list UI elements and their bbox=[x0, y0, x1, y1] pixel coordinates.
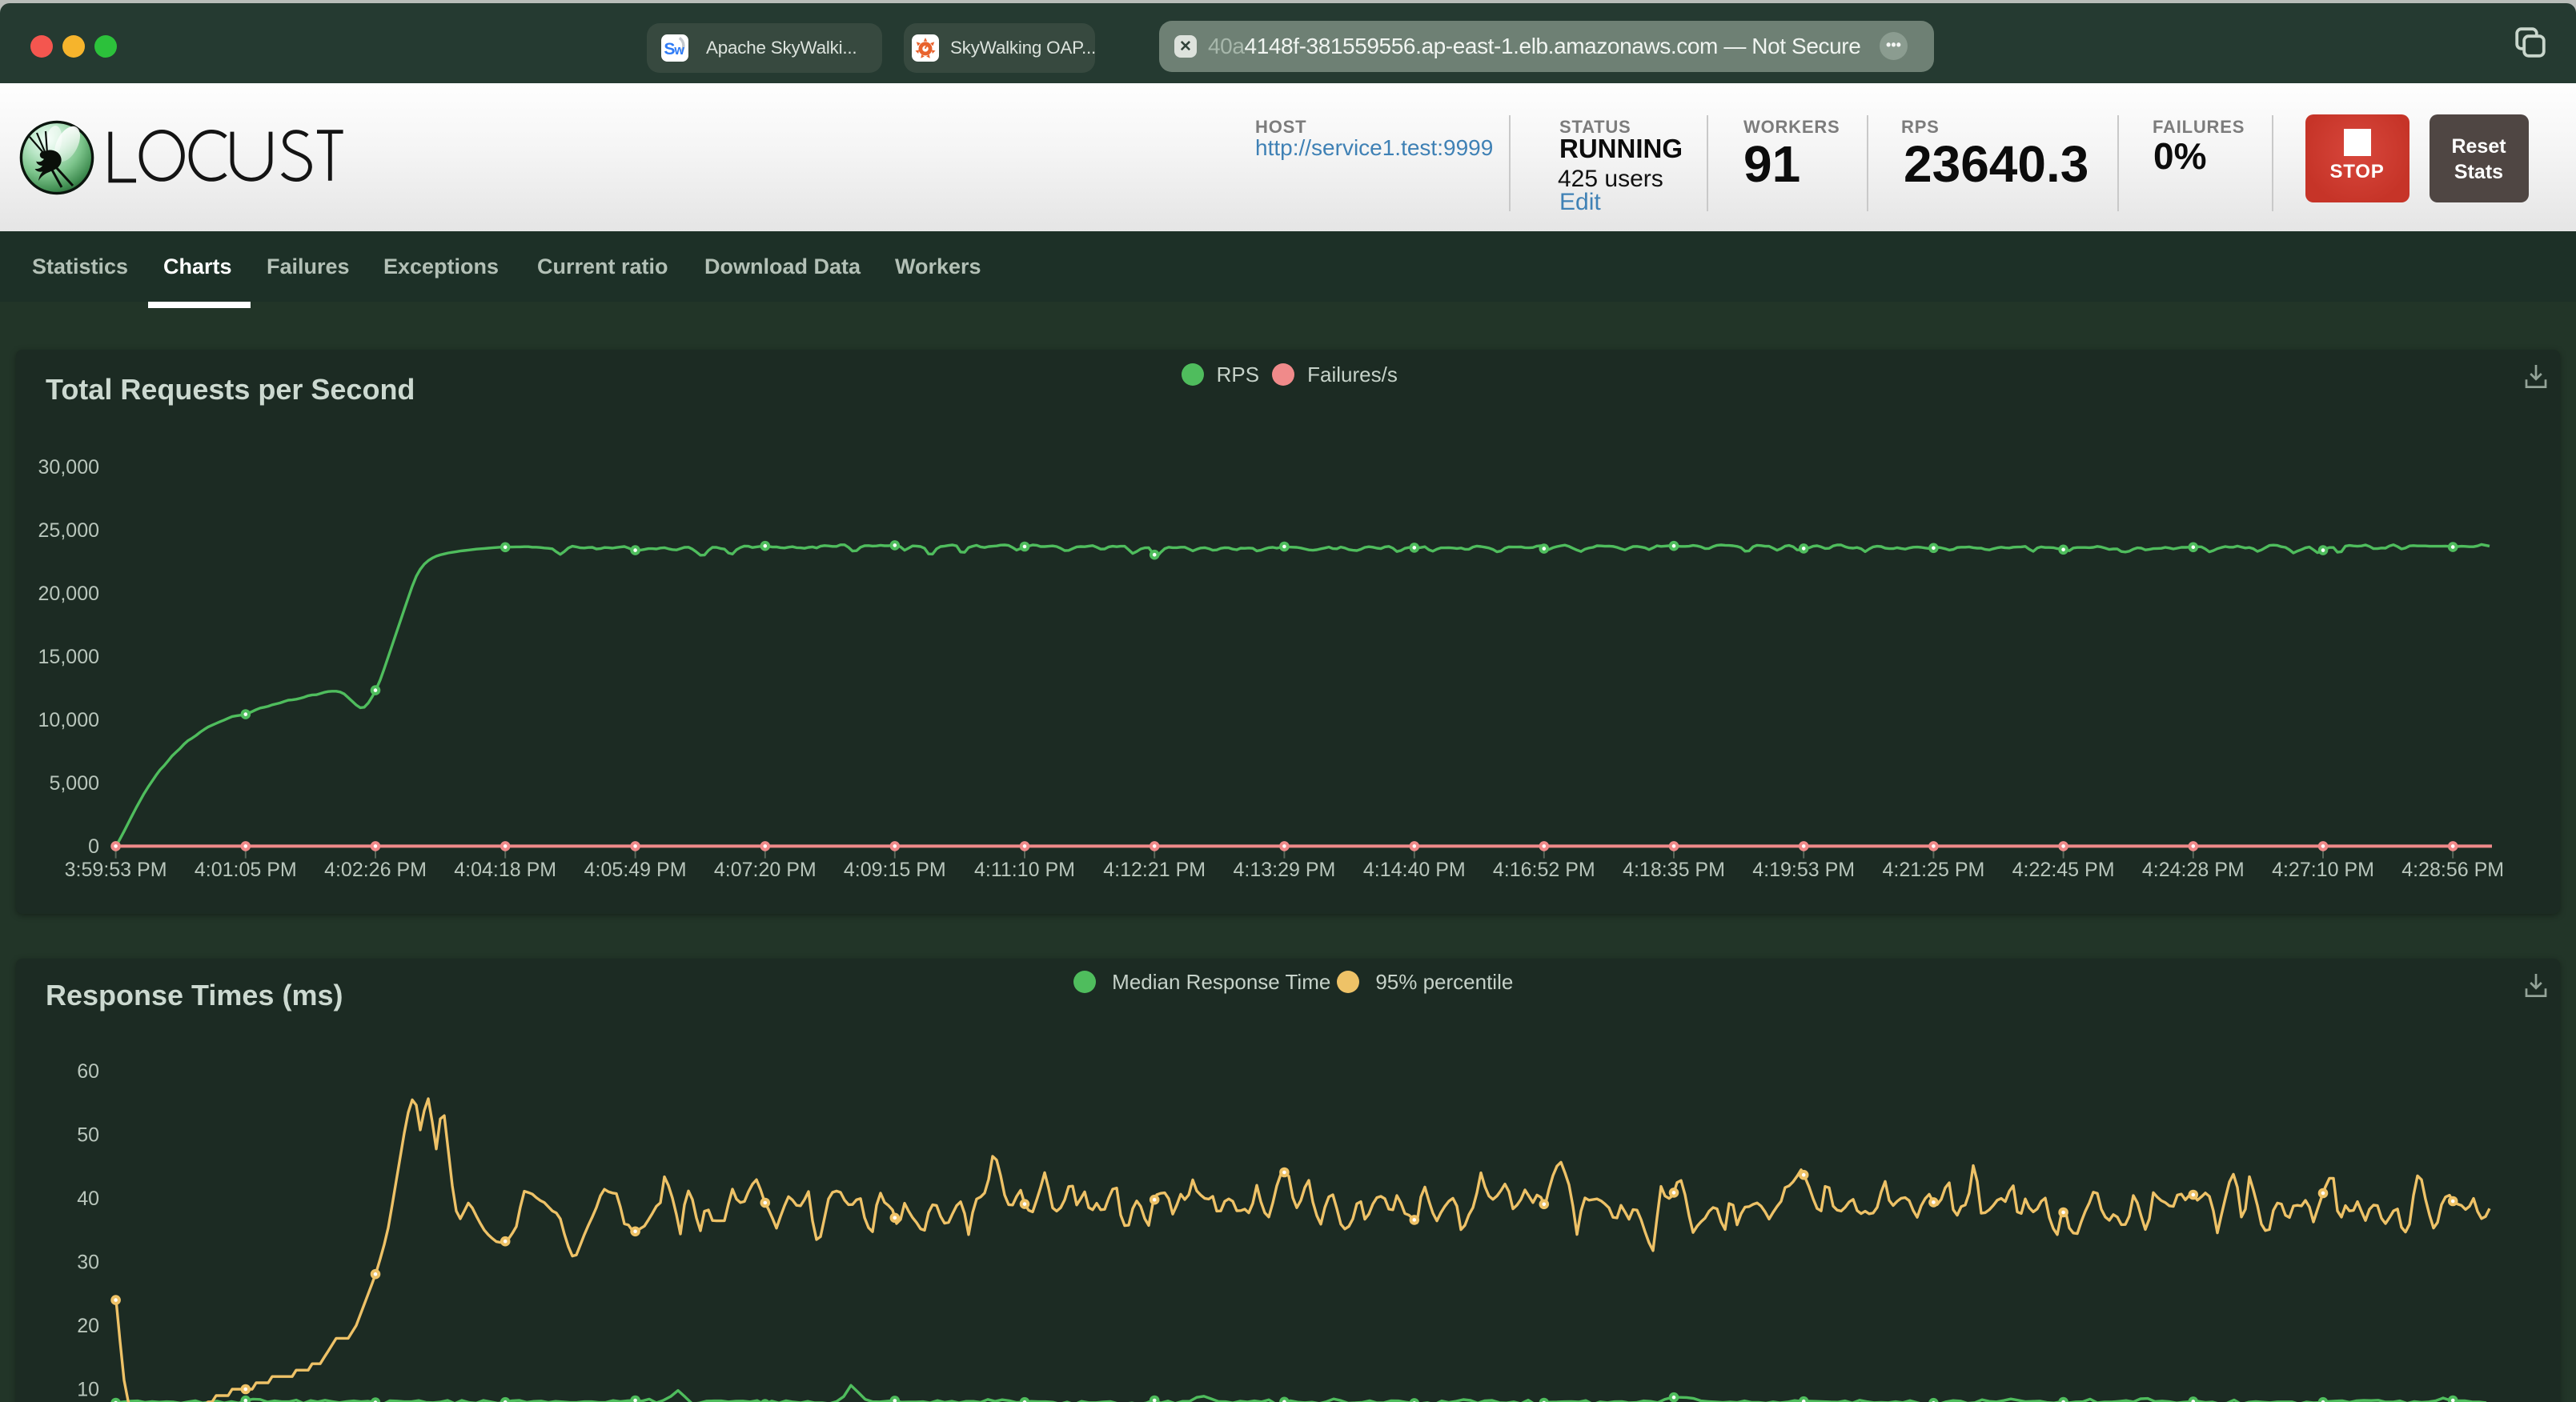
svg-text:40: 40 bbox=[77, 1188, 99, 1210]
svg-text:4:07:20 PM: 4:07:20 PM bbox=[714, 859, 817, 881]
svg-text:30,000: 30,000 bbox=[38, 456, 99, 479]
svg-text:4:11:10 PM: 4:11:10 PM bbox=[974, 859, 1075, 881]
svg-text:50: 50 bbox=[77, 1124, 99, 1147]
svg-text:5,000: 5,000 bbox=[49, 772, 99, 795]
svg-text:4:19:53 PM: 4:19:53 PM bbox=[1752, 859, 1855, 881]
svg-text:4:14:40 PM: 4:14:40 PM bbox=[1363, 859, 1466, 881]
svg-text:4:28:56 PM: 4:28:56 PM bbox=[2401, 859, 2504, 881]
svg-text:4:05:49 PM: 4:05:49 PM bbox=[584, 859, 687, 881]
svg-text:4:21:25 PM: 4:21:25 PM bbox=[1882, 859, 1984, 881]
svg-text:4:16:52 PM: 4:16:52 PM bbox=[1493, 859, 1595, 881]
svg-text:4:22:45 PM: 4:22:45 PM bbox=[2012, 859, 2115, 881]
svg-text:4:18:35 PM: 4:18:35 PM bbox=[1623, 859, 1725, 881]
svg-text:25,000: 25,000 bbox=[38, 519, 99, 542]
svg-text:4:12:21 PM: 4:12:21 PM bbox=[1103, 859, 1206, 881]
svg-text:w: w bbox=[673, 43, 684, 58]
svg-text:4:24:28 PM: 4:24:28 PM bbox=[2142, 859, 2245, 881]
svg-text:20: 20 bbox=[77, 1315, 99, 1337]
svg-text:10,000: 10,000 bbox=[38, 709, 99, 731]
svg-text:4:04:18 PM: 4:04:18 PM bbox=[454, 859, 556, 881]
svg-text:10: 10 bbox=[77, 1379, 99, 1401]
svg-text:20,000: 20,000 bbox=[38, 583, 99, 605]
svg-text:60: 60 bbox=[77, 1060, 99, 1083]
svg-text:0: 0 bbox=[88, 835, 99, 858]
svg-text:4:13:29 PM: 4:13:29 PM bbox=[1233, 859, 1335, 881]
svg-text:15,000: 15,000 bbox=[38, 646, 99, 668]
svg-text:4:02:26 PM: 4:02:26 PM bbox=[324, 859, 427, 881]
svg-text:4:01:05 PM: 4:01:05 PM bbox=[195, 859, 297, 881]
svg-text:30: 30 bbox=[77, 1252, 99, 1274]
svg-text:3:59:53 PM: 3:59:53 PM bbox=[65, 859, 167, 881]
svg-text:4:27:10 PM: 4:27:10 PM bbox=[2272, 859, 2374, 881]
svg-text:4:09:15 PM: 4:09:15 PM bbox=[844, 859, 946, 881]
